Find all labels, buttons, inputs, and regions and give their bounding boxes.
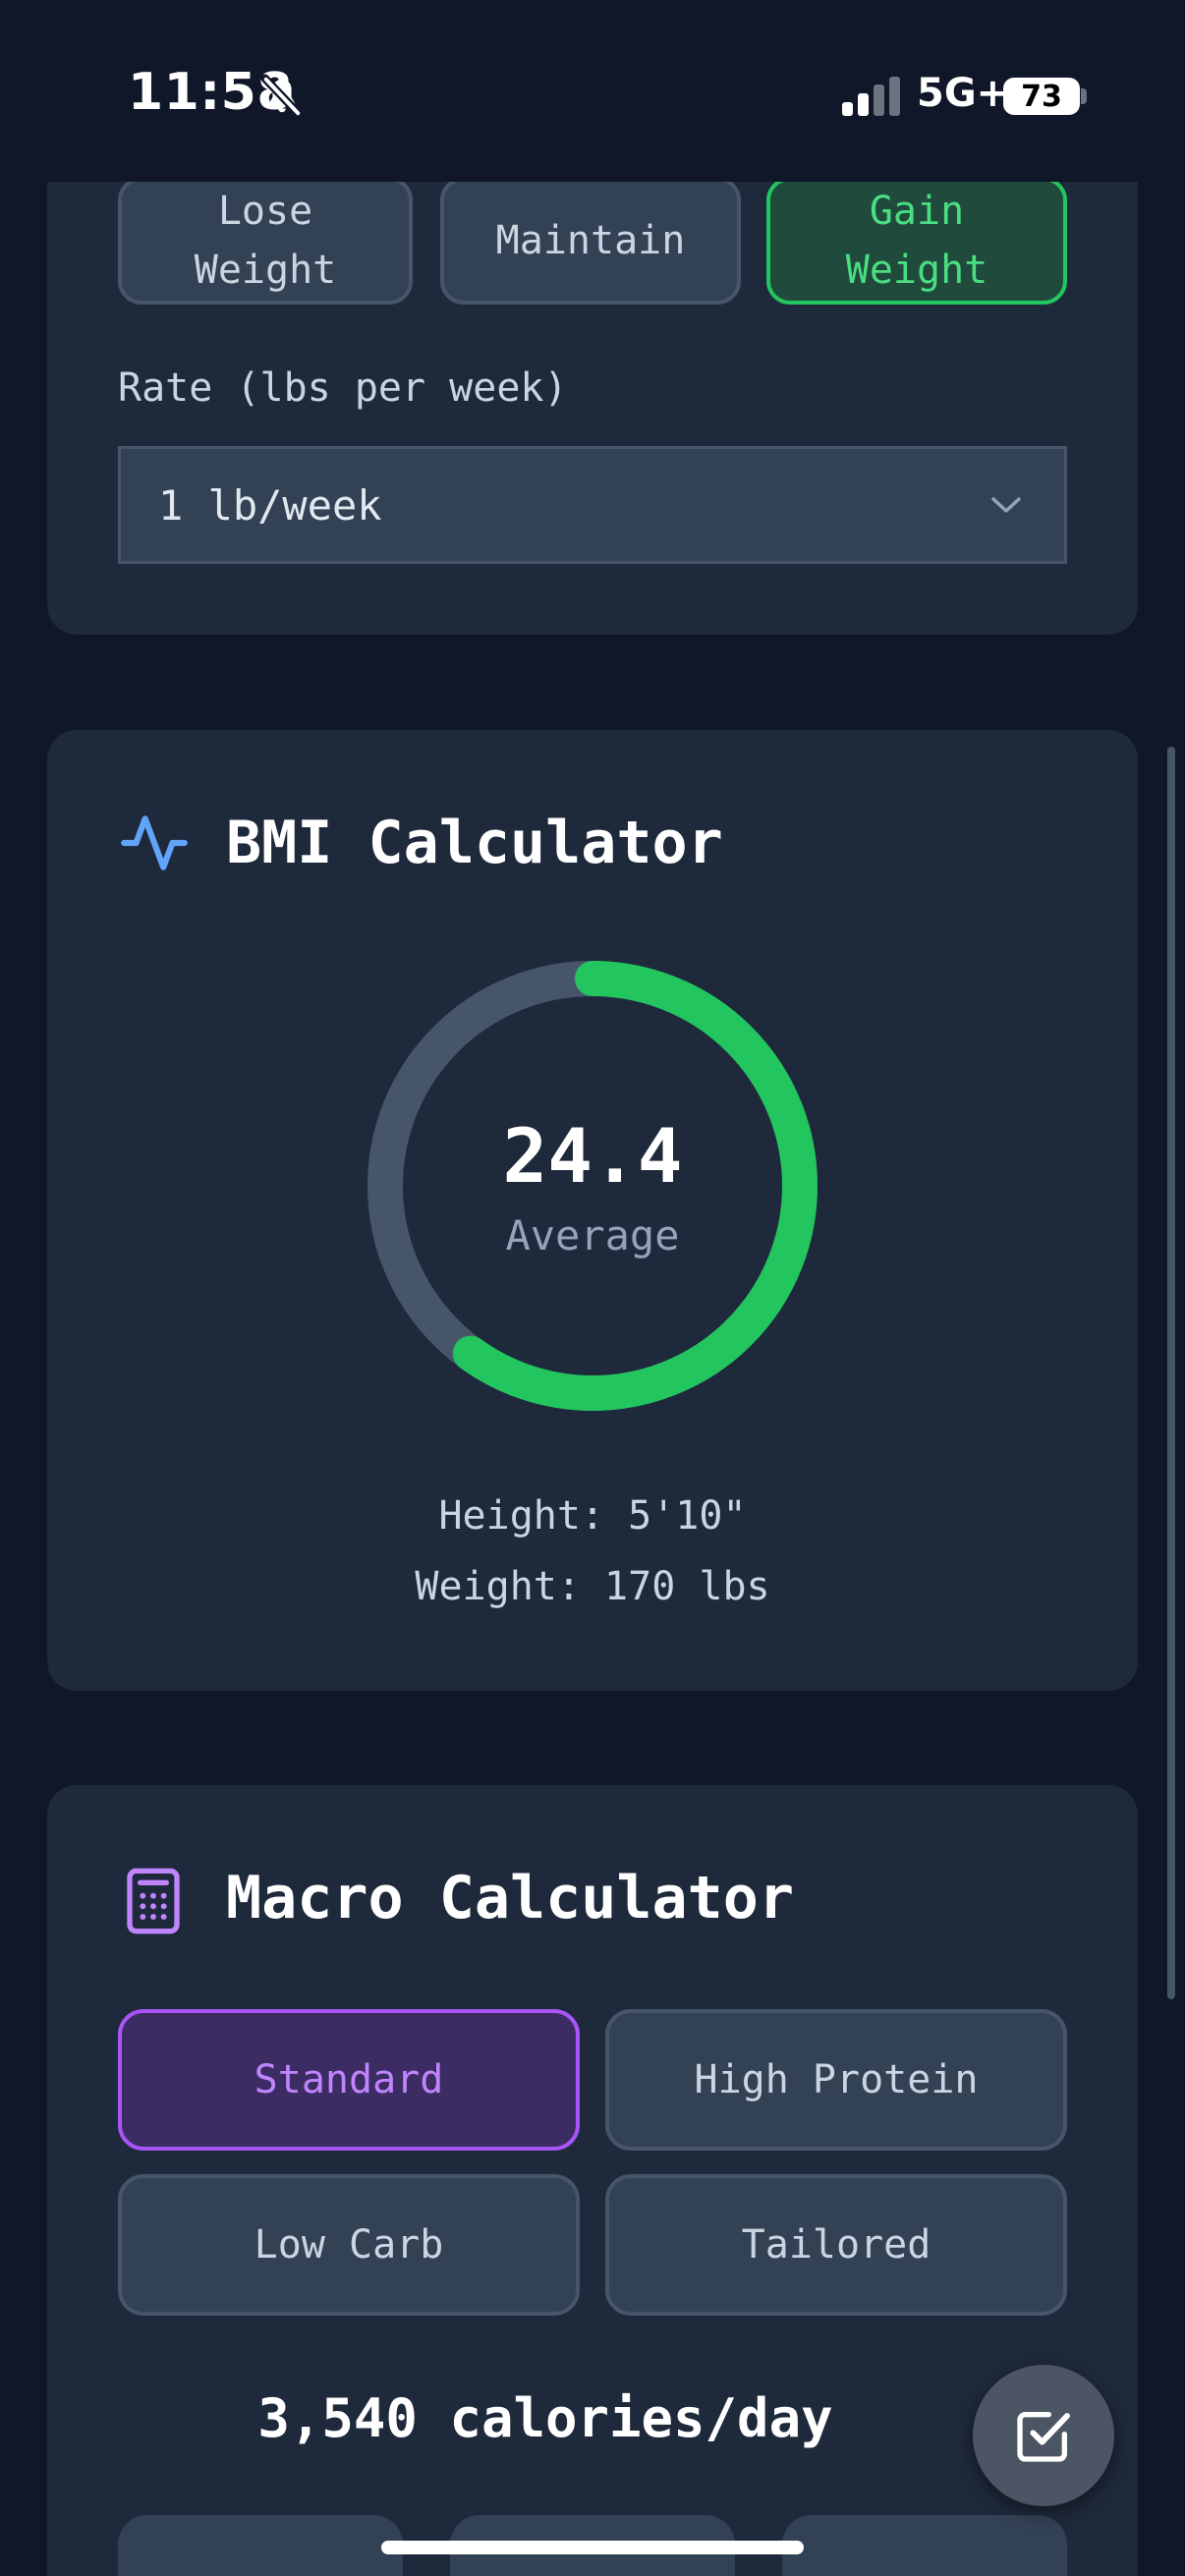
preset-high-protein-button[interactable]: High Protein (605, 2009, 1067, 2151)
bmi-card: BMI Calculator 24.4 Average Height: 5'10… (47, 730, 1138, 1691)
height-text: Height: 5'10" (438, 1493, 747, 1539)
bmi-title: BMI Calculator (226, 809, 723, 877)
battery-cap (1081, 88, 1087, 104)
bmi-value: 24.4 (502, 1112, 683, 1200)
preset-low-carb-button[interactable]: Low Carb (118, 2174, 580, 2316)
activity-icon (121, 815, 188, 870)
calculator-icon (127, 1868, 180, 1934)
weight-text: Weight: 170 lbs (415, 1564, 770, 1609)
rate-label: Rate (lbs per week) (118, 365, 568, 411)
maintain-button[interactable]: Maintain (440, 177, 741, 305)
preset-standard-button[interactable]: Standard (118, 2009, 580, 2151)
preset-tailored-button[interactable]: Tailored (605, 2174, 1067, 2316)
rate-select-value: 1 lb/week (158, 480, 382, 530)
signal-icon (842, 77, 900, 116)
lose-weight-button[interactable]: Lose Weight (118, 177, 413, 305)
gain-weight-button[interactable]: Gain Weight (766, 177, 1067, 305)
macro-title: Macro Calculator (226, 1864, 794, 1932)
screen: Lose Weight Maintain Gain Weight Rate (l… (0, 0, 1185, 2576)
macro-box-fat (782, 2515, 1067, 2576)
battery-icon: 73 (1003, 78, 1080, 115)
macro-box-protein (118, 2515, 403, 2576)
rate-select[interactable]: 1 lb/week (118, 446, 1067, 564)
network-label: 5G+ (917, 71, 1010, 116)
bell-muted-icon (260, 74, 304, 119)
battery-level: 73 (1021, 79, 1062, 114)
bmi-category: Average (505, 1211, 680, 1260)
calories-per-day: 3,540 calories/day (257, 2387, 833, 2449)
goal-card: Lose Weight Maintain Gain Weight Rate (l… (47, 118, 1138, 635)
checkbox-edit-icon (1017, 2412, 1070, 2462)
home-indicator (381, 2541, 804, 2554)
status-bar: 11:58 5G+ 73 (0, 0, 1185, 182)
scrollbar[interactable] (1167, 747, 1175, 1999)
checkbox-edit-button[interactable] (973, 2365, 1114, 2506)
chevron-down-icon (991, 497, 1021, 513)
macro-card: Macro Calculator Standard High Protein L… (47, 1785, 1138, 2576)
